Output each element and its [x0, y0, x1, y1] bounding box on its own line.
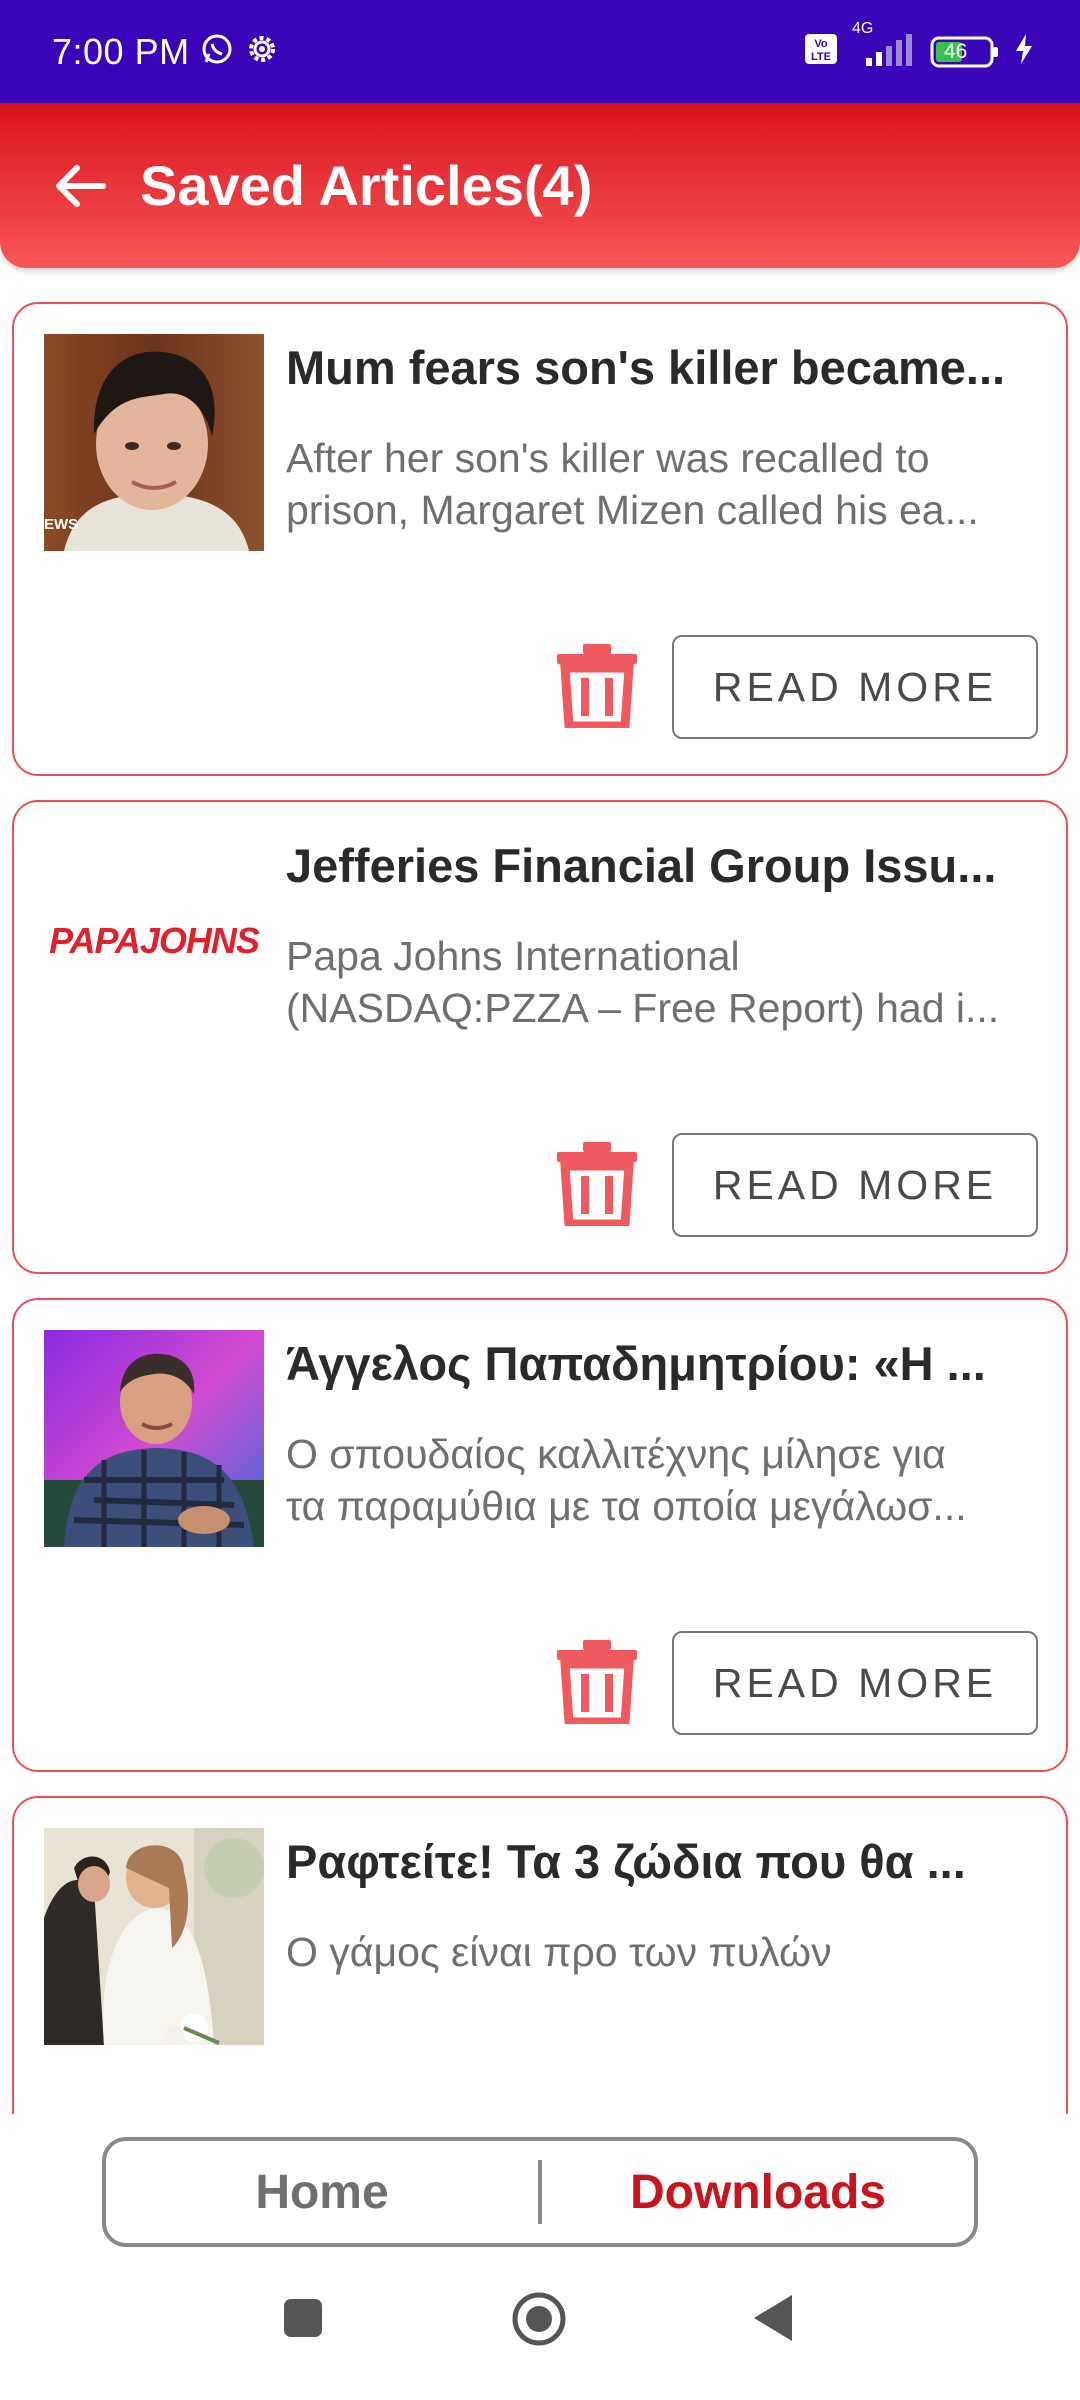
trash-icon — [557, 1142, 637, 1226]
svg-text:Vo: Vo — [814, 38, 828, 50]
trash-icon — [557, 644, 637, 728]
battery-level: 46 — [944, 39, 968, 63]
article-description-line: (NASDAQ:PZZA – Free Report) had i... — [286, 985, 1000, 1031]
article-card[interactable]: EWS Mum fears son's killer became... Aft… — [12, 302, 1068, 776]
article-thumbnail: PAPAJOHNS — [44, 832, 264, 1049]
article-title[interactable]: Άγγελος Παπαδημητρίου: «Η ... — [286, 1336, 1046, 1391]
bottom-nav: Home Downloads — [102, 2137, 978, 2247]
article-thumbnail — [44, 1330, 264, 1547]
article-thumbnail — [44, 1828, 264, 2045]
article-description-line: τα παραμύθια με τα οποία μεγάλωσ... — [286, 1483, 967, 1529]
article-title[interactable]: Mum fears son's killer became... — [286, 340, 1046, 395]
tab-downloads[interactable]: Downloads — [542, 2165, 974, 2220]
article-description-line: prison, Margaret Mizen called his ea... — [286, 487, 979, 533]
home-button[interactable] — [511, 2291, 567, 2352]
article-description: Ο γάμος είναι προ των πυλών — [286, 1926, 1046, 1978]
tab-home[interactable]: Home — [106, 2165, 538, 2220]
circle-home-icon — [512, 2292, 566, 2346]
article-card[interactable]: Ραφτείτε! Τα 3 ζώδια που θα ... Ο γάμος … — [12, 1796, 1068, 2114]
system-nav-bar — [0, 2247, 1080, 2400]
network-type: 4G — [852, 19, 874, 37]
trash-icon — [557, 1640, 637, 1724]
article-title[interactable]: Ραφτείτε! Τα 3 ζώδια που θα ... — [286, 1834, 1046, 1889]
article-thumbnail: EWS — [44, 334, 264, 551]
page-title: Saved Articles(4) — [140, 154, 593, 217]
triangle-back-icon — [754, 2295, 792, 2341]
article-description-line: Ο σπουδαίος καλλιτέχνης μίλησε για — [286, 1431, 946, 1477]
app-bar: Saved Articles(4) — [0, 103, 1080, 268]
volte-icon: Vo LTE — [804, 33, 838, 70]
battery-icon: 46 — [930, 35, 1000, 69]
svg-text:LTE: LTE — [811, 51, 831, 63]
4g-signal-icon: 4G — [852, 20, 916, 70]
settings-gear-icon — [244, 31, 280, 72]
status-time: 7:00 PM — [52, 30, 190, 72]
recents-button[interactable] — [282, 2297, 324, 2344]
article-description-line: Ο γάμος είναι προ των πυλών — [286, 1929, 832, 1975]
article-description: Papa Johns International (NASDAQ:PZZA – … — [286, 930, 1046, 1034]
article-card[interactable]: Άγγελος Παπαδημητρίου: «Η ... Ο σπουδαίο… — [12, 1298, 1068, 1772]
back-nav-button[interactable] — [752, 2293, 794, 2348]
read-more-button[interactable]: READ MORE — [672, 1631, 1038, 1735]
article-card[interactable]: PAPAJOHNS Jefferies Financial Group Issu… — [12, 800, 1068, 1274]
back-button[interactable] — [50, 156, 110, 216]
read-more-button[interactable]: READ MORE — [672, 635, 1038, 739]
papajohns-logo: PAPAJOHNS — [49, 919, 260, 961]
charging-bolt-icon — [1014, 33, 1034, 70]
delete-button[interactable] — [549, 1632, 645, 1728]
whatsapp-icon — [200, 32, 234, 71]
article-description: Ο σπουδαίος καλλιτέχνης μίλησε για τα πα… — [286, 1428, 1046, 1532]
read-more-button[interactable]: READ MORE — [672, 1133, 1038, 1237]
status-bar: 7:00 PM Vo LTE 4G 46 — [0, 0, 1080, 103]
article-description-line: Papa Johns International — [286, 933, 740, 979]
arrow-left-icon — [56, 164, 106, 207]
status-left: 7:00 PM — [52, 31, 280, 73]
thumbnail-caption: EWS — [44, 516, 79, 533]
article-description: After her son's killer was recalled to p… — [286, 432, 1046, 536]
article-title[interactable]: Jefferies Financial Group Issu... — [286, 838, 1046, 893]
article-description-line: After her son's killer was recalled to — [286, 435, 930, 481]
delete-button[interactable] — [549, 1134, 645, 1230]
saved-articles-list[interactable]: EWS Mum fears son's killer became... Aft… — [0, 268, 1080, 2114]
delete-button[interactable] — [549, 636, 645, 732]
status-right: Vo LTE 4G 46 — [804, 20, 1034, 70]
square-icon — [284, 2299, 322, 2337]
